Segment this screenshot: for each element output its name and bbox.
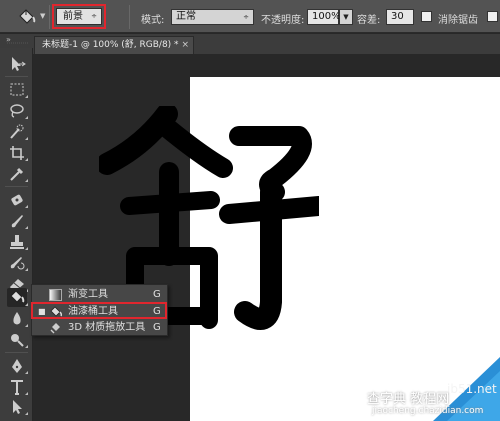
watermark-line1: 查字典 教程网 (367, 392, 450, 407)
pen-tool-icon[interactable] (7, 357, 28, 375)
flyout-item-label: 渐变工具 (68, 289, 108, 300)
opacity-value: 100% (312, 11, 341, 22)
dodge-tool-icon[interactable] (7, 331, 28, 349)
clone-stamp-tool-icon[interactable] (7, 233, 28, 251)
antialias-checkbox[interactable] (421, 11, 432, 22)
opacity-label: 不透明度: (261, 15, 305, 26)
updown-arrow-icon: ÷ (243, 13, 249, 21)
tolerance-input[interactable]: 30 (386, 9, 414, 25)
spot-healing-tool-icon[interactable] (7, 191, 28, 209)
panel-collapse-grip[interactable]: » (3, 34, 31, 44)
highlight-box-fill-source (52, 4, 106, 29)
tool-preset-dropdown-icon[interactable]: ▼ (40, 12, 45, 20)
3d-material-drop-icon (50, 323, 60, 334)
close-icon[interactable]: × (181, 37, 189, 53)
gradient-icon (49, 289, 62, 301)
divider (49, 5, 50, 29)
eyedropper-tool-icon[interactable] (7, 165, 28, 183)
watermark-site: jb51.net (447, 382, 497, 396)
crop-tool-icon[interactable] (7, 144, 28, 162)
highlight-box-paint-bucket (31, 302, 167, 319)
flyout-item-3d-material-drop[interactable]: 3D 材质拖放工具 G (32, 320, 167, 336)
divider (129, 5, 130, 29)
divider (5, 352, 28, 353)
mode-select[interactable]: 正常 ÷ (171, 9, 254, 25)
tolerance-label: 容差: (357, 15, 381, 26)
blur-tool-icon[interactable] (7, 310, 28, 328)
lasso-tool-icon[interactable] (7, 102, 28, 120)
toolbox (0, 48, 33, 421)
history-brush-tool-icon[interactable] (7, 254, 28, 272)
flyout-item-shortcut: G (153, 322, 161, 333)
mode-value: 正常 (176, 11, 196, 22)
paint-bucket-tool-icon[interactable] (7, 288, 28, 307)
paint-bucket-icon[interactable] (16, 8, 38, 26)
brush-tool-icon[interactable] (7, 212, 28, 230)
watermark-url: jiaocheng.chazidian.com (372, 406, 484, 416)
divider (5, 76, 28, 77)
opacity-dropdown-icon[interactable]: ▼ (339, 9, 353, 25)
svg-text:»: » (6, 35, 11, 44)
contiguous-checkbox[interactable] (487, 11, 498, 22)
marquee-tool-icon[interactable] (7, 81, 28, 99)
type-tool-icon[interactable] (7, 378, 28, 396)
antialias-label: 消除锯齿 (438, 15, 478, 26)
options-bar: ▼ 前景 ÷ 模式: 正常 ÷ 不透明度: 100% ▼ 容差: 30 消除锯齿 (0, 0, 500, 33)
flyout-item-shortcut: G (153, 289, 161, 300)
tolerance-value: 30 (391, 11, 404, 22)
opacity-input[interactable]: 100% (307, 9, 341, 25)
document-tab[interactable]: 未标题-1 @ 100% (舒, RGB/8) * × (34, 36, 194, 54)
mode-label: 模式: (141, 15, 165, 26)
divider (5, 186, 28, 187)
flyout-item-gradient[interactable]: 渐变工具 G (32, 287, 167, 303)
move-tool-icon[interactable] (7, 55, 27, 73)
path-selection-tool-icon[interactable] (7, 398, 28, 416)
flyout-item-label: 3D 材质拖放工具 (68, 322, 146, 333)
quick-selection-tool-icon[interactable] (7, 123, 28, 141)
document-tab-title: 未标题-1 @ 100% (舒, RGB/8) * (42, 40, 179, 50)
